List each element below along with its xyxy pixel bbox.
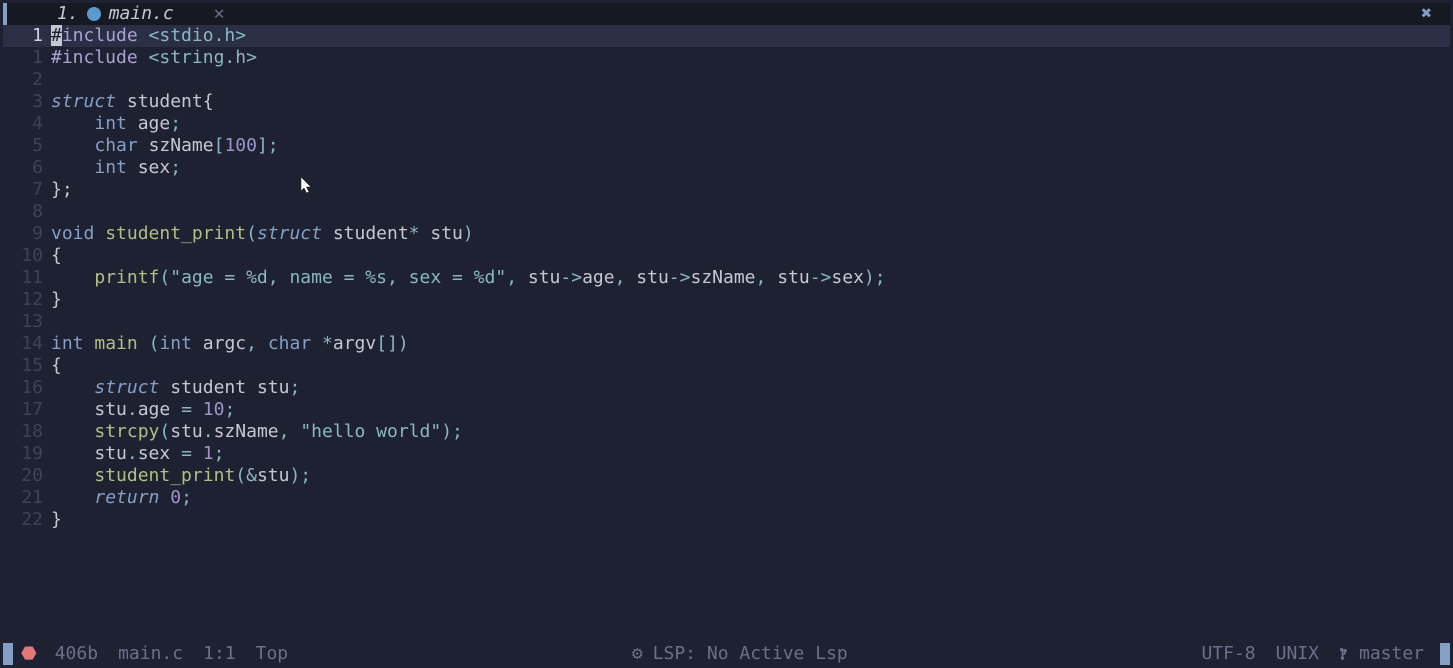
code-line: 13 [3,311,1450,333]
status-bar: ⬣ 406b main.c 1:1 Top ⚙ LSP: No Active L… [3,643,1450,665]
code-line: 1#include <string.h> [3,47,1450,69]
code-line: 18 strcpy(stu.szName, "hello world"); [3,421,1450,443]
c-filetype-icon [87,7,101,21]
status-fileformat: UNIX [1266,643,1329,665]
status-cursor-pos: 1:1 [193,643,246,665]
status-right-marker [1440,643,1450,665]
code-line: 8 [3,201,1450,223]
code-line: 9void student_print(struct student* stu) [3,223,1450,245]
git-branch-icon [1339,647,1353,661]
cursor: # [51,25,62,46]
tab-close-icon[interactable]: ✕ [214,3,225,25]
code-line: 21 return 0; [3,487,1450,509]
status-lsp: LSP: No Active Lsp [643,643,858,665]
code-line: 5 char szName[100]; [3,135,1450,157]
code-line: 15{ [3,355,1450,377]
close-icon[interactable]: ✖ [1417,3,1436,25]
status-git-branch: master [1329,643,1434,665]
status-filename: main.c [108,643,193,665]
gear-icon: ⚙ [632,643,643,665]
tab-index: 1. [57,3,79,25]
status-encoding: UTF-8 [1191,643,1265,665]
code-line: 17 stu.age = 10; [3,399,1450,421]
code-line: 7}; [3,179,1450,201]
code-line: 16 struct student stu; [3,377,1450,399]
branch-name: master [1359,643,1424,665]
code-line: 11 printf("age = %d, name = %s, sex = %d… [3,267,1450,289]
code-content: #include <stdio.h> [51,25,1450,47]
tab-bar: 1. main.c ✕ ✖ [3,3,1450,25]
code-line: 6 int sex; [3,157,1450,179]
code-line: 2 [3,69,1450,91]
code-line: 19 stu.sex = 1; [3,443,1450,465]
code-line: 12} [3,289,1450,311]
code-line: 14int main (int argc, char *argv[]) [3,333,1450,355]
code-editor[interactable]: 1 #include <stdio.h> 1#include <string.h… [3,25,1450,643]
tab-filename: main.c [109,3,174,25]
code-line: 22} [3,509,1450,531]
code-line: 10{ [3,245,1450,267]
octocat-icon: ⬣ [13,643,45,665]
code-line: 3struct student{ [3,91,1450,113]
code-line: 4 int age; [3,113,1450,135]
mode-indicator [3,643,13,665]
line-number: 1 [3,25,51,47]
status-scroll: Top [246,643,299,665]
code-line: 1 #include <stdio.h> [3,25,1450,47]
tab-main-c[interactable]: 1. main.c ✕ [7,3,235,25]
status-filesize: 406b [45,643,108,665]
code-line: 20 student_print(&stu); [3,465,1450,487]
